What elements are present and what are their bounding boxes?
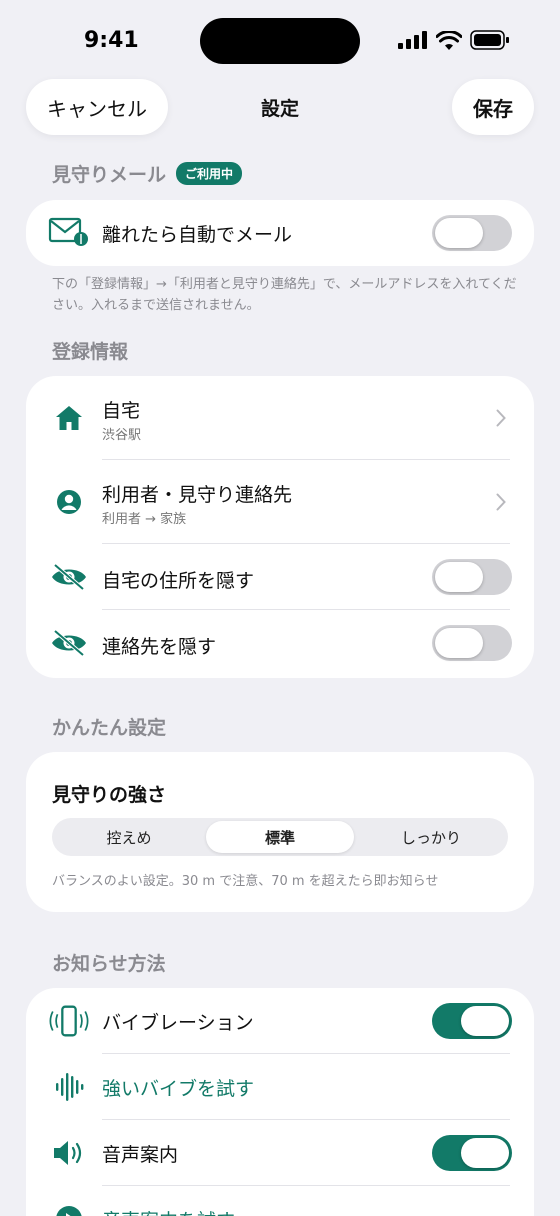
home-icon	[48, 402, 90, 434]
hide-contacts-row[interactable]: 連絡先を隠す	[26, 610, 534, 676]
registration-section-header: 登録情報	[52, 341, 129, 363]
status-bar: 9:41	[0, 0, 560, 80]
voice-toggle[interactable]	[432, 1135, 512, 1171]
mail-section-header: 見守りメール ご利用中	[52, 160, 243, 187]
save-button[interactable]: 保存	[452, 79, 534, 135]
toggle-knob	[461, 1006, 509, 1036]
notify-card: バイブレーション 強いバイブを試す 音声案内	[26, 988, 534, 1216]
voice-label: 音声案内	[102, 1144, 179, 1166]
vibration-toggle[interactable]	[432, 1003, 512, 1039]
easy-settings-header: かんたん設定	[52, 717, 167, 739]
dynamic-island	[200, 18, 360, 64]
mail-card: 離れたら自動でメール	[26, 200, 534, 266]
mail-shield-icon	[48, 214, 90, 250]
mail-section-title: 見守りメール	[52, 164, 167, 186]
hide-address-toggle[interactable]	[432, 559, 512, 595]
auto-mail-label: 離れたら自動でメール	[102, 224, 293, 246]
chevron-right-icon	[496, 409, 506, 427]
status-time: 9:41	[84, 28, 139, 53]
contacts-row[interactable]: 利用者・見守り連絡先 利用者 → 家族	[26, 460, 534, 544]
battery-icon	[470, 30, 509, 50]
segment-strong[interactable]: しっかり	[357, 821, 505, 853]
speaker-icon	[48, 1135, 90, 1171]
vibration-row[interactable]: バイブレーション	[26, 988, 534, 1054]
test-vibration-button[interactable]: 強いバイブを試す	[102, 1074, 254, 1101]
segment-standard[interactable]: 標準	[206, 821, 354, 853]
phone-vibrate-icon	[48, 1003, 90, 1039]
mail-footnote: 下の「登録情報」→「利用者と見守り連絡先」で、メールアドレスを入れてください。入…	[52, 277, 517, 313]
toggle-knob	[461, 1138, 509, 1168]
eye-slash-icon	[48, 627, 90, 659]
strength-title: 見守りの強さ	[52, 784, 167, 806]
cellular-signal-icon	[398, 31, 427, 49]
toggle-knob	[435, 562, 483, 592]
contacts-sub: 利用者 → 家族	[102, 512, 187, 527]
test-voice-row[interactable]: 音声案内を試す	[26, 1186, 534, 1216]
auto-mail-toggle[interactable]	[432, 215, 512, 251]
test-voice-button[interactable]: 音声案内を試す	[102, 1206, 235, 1216]
voice-row[interactable]: 音声案内	[26, 1120, 534, 1186]
auto-mail-row[interactable]: 離れたら自動でメール	[26, 200, 534, 266]
hide-address-row[interactable]: 自宅の住所を隠す	[26, 544, 534, 610]
status-badge: ご利用中	[176, 162, 243, 185]
hide-address-label: 自宅の住所を隠す	[102, 570, 255, 592]
hide-contacts-label: 連絡先を隠す	[102, 636, 217, 658]
contacts-label: 利用者・見守り連絡先	[102, 484, 293, 506]
home-station-value: 渋谷駅	[102, 428, 142, 443]
strength-segmented-control: 控えめ 標準 しっかり	[52, 818, 508, 856]
eye-slash-icon	[48, 561, 90, 593]
waveform-icon	[48, 1069, 90, 1105]
strength-card: 見守りの強さ 控えめ 標準 しっかり バランスのよい設定。30 m で注意、70…	[26, 752, 534, 912]
wifi-icon	[436, 30, 462, 50]
person-circle-icon	[48, 486, 90, 518]
registration-card: 自宅 渋谷駅 利用者・見守り連絡先 利用者 → 家族 自宅の住所を隠す 連絡先を…	[26, 376, 534, 678]
home-row[interactable]: 自宅 渋谷駅	[26, 376, 534, 460]
segment-low[interactable]: 控えめ	[55, 821, 203, 853]
play-circle-icon	[48, 1201, 90, 1216]
toggle-knob	[435, 218, 483, 248]
home-label: 自宅	[102, 400, 141, 422]
toggle-knob	[435, 628, 483, 658]
test-vibration-row[interactable]: 強いバイブを試す	[26, 1054, 534, 1120]
vibration-label: バイブレーション	[102, 1012, 254, 1034]
chevron-right-icon	[496, 493, 506, 511]
strength-description: バランスのよい設定。30 m で注意、70 m を超えたら即お知らせ	[52, 874, 439, 889]
status-icons	[398, 30, 510, 50]
notify-section-header: お知らせ方法	[52, 953, 166, 975]
hide-contacts-toggle[interactable]	[432, 625, 512, 661]
